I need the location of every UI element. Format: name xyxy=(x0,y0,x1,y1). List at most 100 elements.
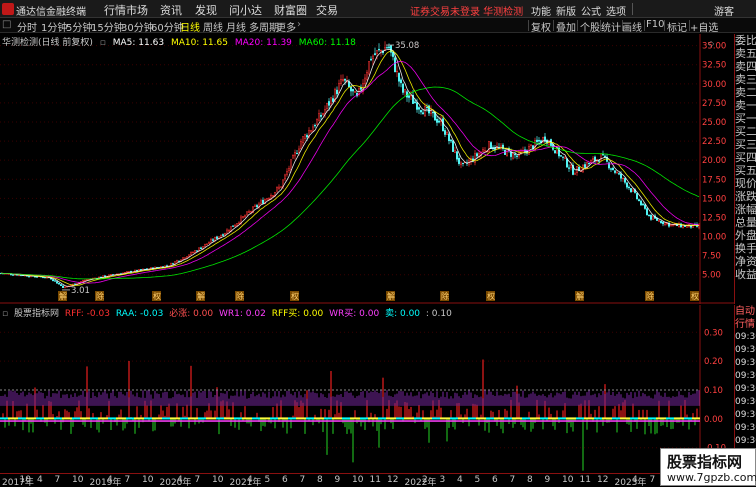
stats-button[interactable]: 统计 xyxy=(601,19,621,34)
baseline-stripe xyxy=(400,417,402,420)
baseline-stripe-magenta xyxy=(492,420,494,422)
baseline-stripe-magenta xyxy=(124,420,126,422)
indicator-chart[interactable]: 0.300.200.100.00-0.10 xyxy=(0,305,734,473)
candle-body xyxy=(602,153,604,156)
baseline-stripe-magenta xyxy=(246,420,248,422)
baseline-stripe xyxy=(508,417,510,420)
baseline-stripe-magenta xyxy=(288,420,290,422)
mark-button[interactable]: 标记 xyxy=(667,19,687,34)
tick-panel-header[interactable]: 自动 xyxy=(735,305,756,318)
menu-news[interactable]: 资讯 xyxy=(160,2,182,18)
menu-trade[interactable]: 交易 xyxy=(316,2,338,18)
baseline-stripe xyxy=(498,417,500,420)
baseline-stripe xyxy=(478,417,480,420)
expand-icon[interactable]: ▫ xyxy=(100,38,106,48)
baseline-stripe xyxy=(228,417,230,420)
indicator-axis-label: 0.00 xyxy=(704,415,723,425)
stock-button[interactable]: 个股 xyxy=(580,19,600,34)
baseline-stripe-magenta xyxy=(652,420,654,422)
indicator-axis-label: 0.10 xyxy=(704,386,723,396)
overlay-button[interactable]: 叠加 xyxy=(556,19,576,34)
menu-wenxiaoda[interactable]: 问小达 xyxy=(229,2,262,18)
candle-body xyxy=(554,150,556,154)
menu-quotes[interactable]: 行情 xyxy=(104,2,126,18)
baseline-stripe xyxy=(648,417,650,420)
baseline-stripe-magenta xyxy=(240,420,242,422)
baseline-stripe xyxy=(510,417,512,420)
baseline-stripe xyxy=(474,417,476,420)
tab-1min[interactable]: 1分钟 xyxy=(41,19,67,34)
tab-15min[interactable]: 15分钟 xyxy=(91,19,124,34)
indicator-toggle-icon[interactable]: ▫ xyxy=(2,309,8,319)
baseline-stripe xyxy=(596,417,598,420)
menu-discover[interactable]: 发现 xyxy=(195,2,217,18)
candle-body xyxy=(438,120,440,123)
candle-body xyxy=(598,160,600,162)
menu-wealth-circle[interactable]: 财富圈 xyxy=(274,2,307,18)
tab-weekly[interactable]: 周线 xyxy=(203,19,223,34)
baseline-stripe-magenta xyxy=(46,420,48,422)
add-watchlist-button[interactable]: +自选 xyxy=(690,19,718,34)
indicator-chart-canvas[interactable]: 0.300.200.100.00-0.10 xyxy=(0,305,734,473)
baseline-stripe-magenta xyxy=(642,420,644,422)
tab-intraday[interactable]: 分时 xyxy=(17,19,37,34)
login-notice[interactable]: 证券交易未登录 华测检测 xyxy=(410,3,523,18)
baseline-stripe-magenta xyxy=(348,420,350,422)
baseline-stripe-magenta xyxy=(490,420,492,422)
menu-new-version[interactable]: 新版 xyxy=(556,3,576,18)
tab-more[interactable]: 更多 xyxy=(276,19,296,34)
baseline-stripe xyxy=(286,417,288,420)
quote-field-label: 现价 xyxy=(735,177,756,190)
rff-label: RFF: -0.03 xyxy=(64,309,110,319)
baseline-stripe-magenta xyxy=(558,420,560,422)
baseline-stripe-magenta xyxy=(314,420,316,422)
baseline-stripe-magenta xyxy=(552,420,554,422)
tab-multi-period[interactable]: 多周期 xyxy=(249,19,279,34)
baseline-stripe-magenta xyxy=(594,420,596,422)
tab-monthly[interactable]: 月线 xyxy=(226,19,246,34)
baseline-stripe xyxy=(638,417,640,420)
quote-field-label: 涨跌 xyxy=(735,190,756,203)
candle-body xyxy=(246,211,248,216)
baseline-stripe xyxy=(342,417,344,420)
candle-body xyxy=(332,98,334,102)
candle-body xyxy=(432,111,434,114)
draw-button[interactable]: 画线 xyxy=(622,19,642,34)
candle-body xyxy=(462,162,464,165)
baseline-stripe xyxy=(590,417,592,420)
candle-body xyxy=(236,223,238,226)
candle-body xyxy=(380,49,382,52)
menu-formula[interactable]: 公式 xyxy=(581,3,601,18)
baseline-stripe-magenta xyxy=(266,420,268,422)
menu-options[interactable]: 选项 xyxy=(606,3,626,18)
baseline-stripe-magenta xyxy=(244,420,246,422)
price-chart-canvas[interactable]: 35.00 32.50 30.00 27.50 25.00 22.50 20.00 17.50… xyxy=(0,34,734,304)
baseline-stripe-magenta xyxy=(166,420,168,422)
baseline-stripe-magenta xyxy=(662,420,664,422)
baseline-stripe xyxy=(546,417,548,420)
baseline-stripe-magenta xyxy=(256,420,258,422)
baseline-stripe-magenta xyxy=(214,420,216,422)
baseline-stripe xyxy=(552,417,554,420)
baseline-stripe xyxy=(564,417,566,420)
baseline-stripe xyxy=(652,417,654,420)
tab-5min[interactable]: 5分钟 xyxy=(66,19,92,34)
baseline-stripe-magenta xyxy=(2,420,4,422)
menu-function[interactable]: 功能 xyxy=(531,3,551,18)
more-chevron-icon[interactable]: › xyxy=(297,19,301,30)
tab-60min[interactable]: 60分钟 xyxy=(151,19,184,34)
tick-panel-header[interactable]: 行情 xyxy=(735,318,756,331)
baseline-stripe xyxy=(328,417,330,420)
tab-daily[interactable]: 日线 xyxy=(180,19,200,34)
toolbar-toggle-icon[interactable]: □ xyxy=(2,19,11,30)
menu-market[interactable]: 市场 xyxy=(126,2,148,18)
f10-button[interactable]: F10 xyxy=(646,19,664,30)
indicator-name[interactable]: 股票指标网 xyxy=(14,309,59,319)
menu-guest[interactable]: 游客 xyxy=(714,3,734,18)
tab-30min[interactable]: 30分钟 xyxy=(121,19,154,34)
adjust-button[interactable]: 复权 xyxy=(531,19,551,34)
price-chart[interactable]: 35.00 32.50 30.00 27.50 25.00 22.50 20.00 17.50… xyxy=(0,34,734,304)
event-marker-label: 除 xyxy=(441,291,449,301)
candle-body xyxy=(196,250,198,252)
time-tick-label: 12 xyxy=(387,475,399,485)
